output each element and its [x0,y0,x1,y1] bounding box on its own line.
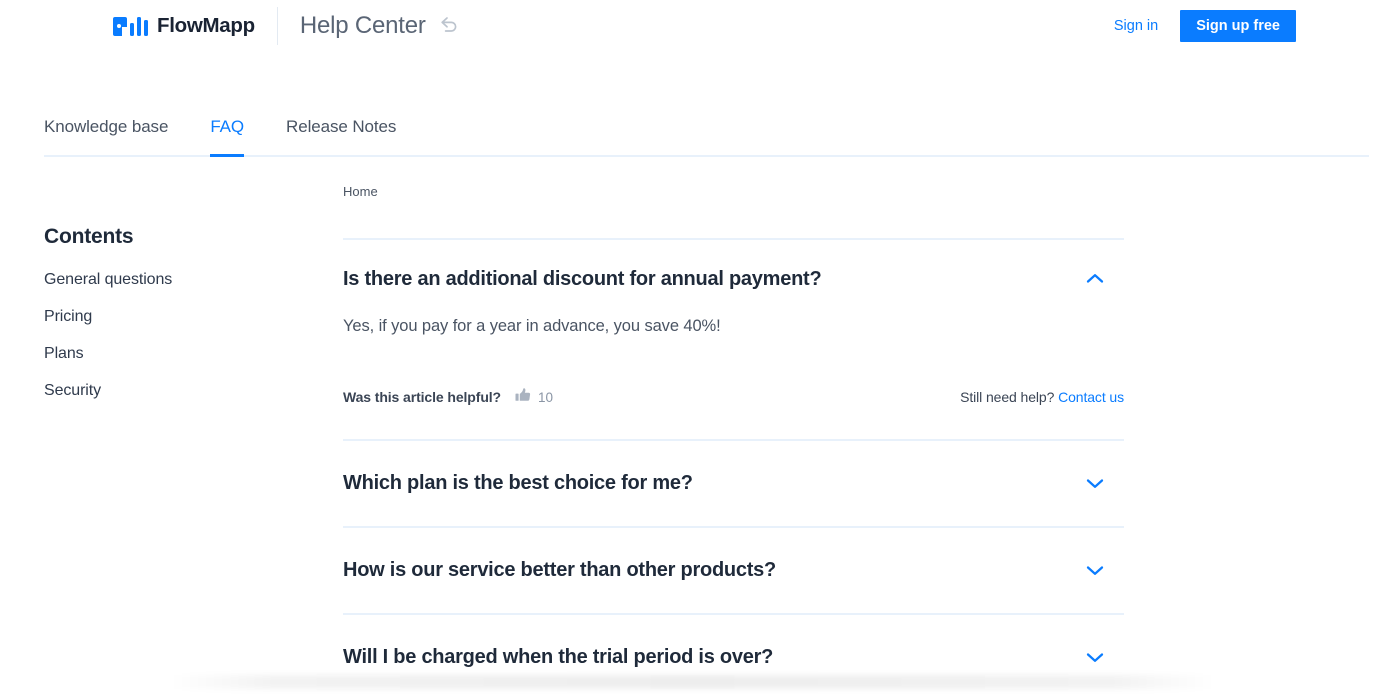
faq-question-row[interactable]: Will I be charged when the trial period … [343,615,1124,700]
faq-item-expanded: Is there an additional discount for annu… [343,240,1124,439]
helpful-label: Was this article helpful? [343,389,501,405]
header-divider [277,7,278,45]
contact-us-link[interactable]: Contact us [1058,389,1124,405]
flowmapp-logo-icon [113,16,148,36]
sidebar-item-pricing[interactable]: Pricing [44,308,294,326]
header-actions: Sign in Sign up free [1114,10,1296,42]
tab-knowledge-base[interactable]: Knowledge base [44,117,168,155]
brand-name: FlowMapp [157,16,255,37]
faq-question-row[interactable]: Which plan is the best choice for me? [343,441,1124,526]
thumbs-up-vote[interactable]: 10 [515,387,553,408]
sidebar-list: General questions Pricing Plans Security [44,271,294,400]
sign-in-link[interactable]: Sign in [1114,18,1158,34]
faq-question-row[interactable]: Is there an additional discount for annu… [343,240,1124,292]
brand-logo[interactable]: FlowMapp [113,0,255,52]
helpful-group: Was this article helpful? 10 [343,387,553,408]
thumbs-up-icon[interactable] [515,387,531,408]
page-header: FlowMapp Help Center Sign in Sign up fre… [0,0,1382,52]
tab-bar: Knowledge base FAQ Release Notes [44,104,1369,157]
tabs-container: Knowledge base FAQ Release Notes [44,104,1369,157]
still-need-help: Still need help? Contact us [960,389,1124,405]
chevron-down-icon[interactable] [1084,563,1106,582]
chevron-up-icon[interactable] [1084,272,1106,291]
faq-main-content: Home Is there an additional discount for… [343,184,1124,700]
faq-answer-text: Yes, if you pay for a year in advance, y… [343,314,1124,339]
faq-item-collapsed: Which plan is the best choice for me? [343,441,1124,526]
contents-sidebar: Contents General questions Pricing Plans… [44,225,294,419]
sidebar-item-plans[interactable]: Plans [44,345,294,363]
help-center-group: Help Center [300,12,460,40]
sidebar-title: Contents [44,225,294,249]
page-title: Help Center [300,12,426,40]
undo-arrow-icon[interactable] [438,14,460,39]
sign-up-free-button[interactable]: Sign up free [1180,10,1296,42]
sidebar-item-general-questions[interactable]: General questions [44,271,294,289]
faq-question-row[interactable]: How is our service better than other pro… [343,528,1124,613]
chevron-down-icon[interactable] [1084,650,1106,669]
tab-faq[interactable]: FAQ [210,117,244,155]
sidebar-item-security[interactable]: Security [44,382,294,400]
faq-item-collapsed: Will I be charged when the trial period … [343,615,1124,700]
faq-question-text: Which plan is the best choice for me? [343,470,733,496]
faq-item-collapsed: How is our service better than other pro… [343,528,1124,613]
tab-release-notes[interactable]: Release Notes [286,117,396,155]
faq-question-text: Will I be charged when the trial period … [343,644,813,670]
faq-question-text: Is there an additional discount for annu… [343,266,861,292]
thumbs-up-count: 10 [538,390,553,405]
faq-footer: Was this article helpful? 10 Still need … [343,387,1124,439]
still-need-help-text: Still need help? [960,389,1054,405]
breadcrumb[interactable]: Home [343,184,1124,199]
chevron-down-icon[interactable] [1084,476,1106,495]
faq-question-text: How is our service better than other pro… [343,557,816,583]
